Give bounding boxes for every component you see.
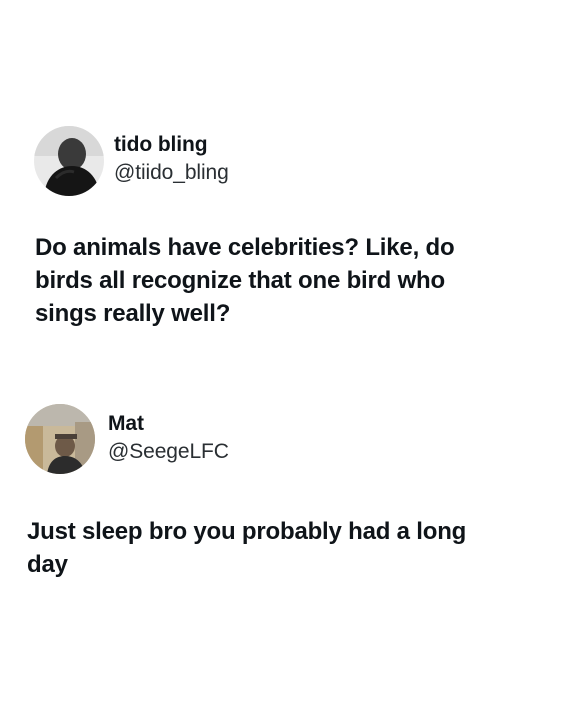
avatar-image	[34, 126, 104, 196]
avatar-image	[25, 404, 95, 474]
user-avatar[interactable]	[34, 126, 104, 196]
post-card: Mat @SeegeLFC Just sleep bro you probabl…	[0, 404, 569, 578]
author-handle[interactable]: @SeegeLFC	[108, 438, 229, 466]
post-text: Do animals have celebrities? Like, do bi…	[35, 234, 455, 327]
post-header: Mat @SeegeLFC	[0, 404, 569, 474]
post-card: tido bling @tiido_bling Do animals have …	[0, 126, 569, 327]
post-text: Just sleep bro you probably had a long d…	[27, 518, 467, 578]
author-info: tido bling @tiido_bling	[114, 131, 229, 187]
author-display-name[interactable]: Mat	[108, 410, 229, 438]
author-display-name[interactable]: tido bling	[114, 131, 229, 159]
user-avatar[interactable]	[25, 404, 95, 474]
author-info: Mat @SeegeLFC	[108, 410, 229, 466]
post-header: tido bling @tiido_bling	[0, 126, 569, 196]
author-handle[interactable]: @tiido_bling	[114, 159, 229, 187]
